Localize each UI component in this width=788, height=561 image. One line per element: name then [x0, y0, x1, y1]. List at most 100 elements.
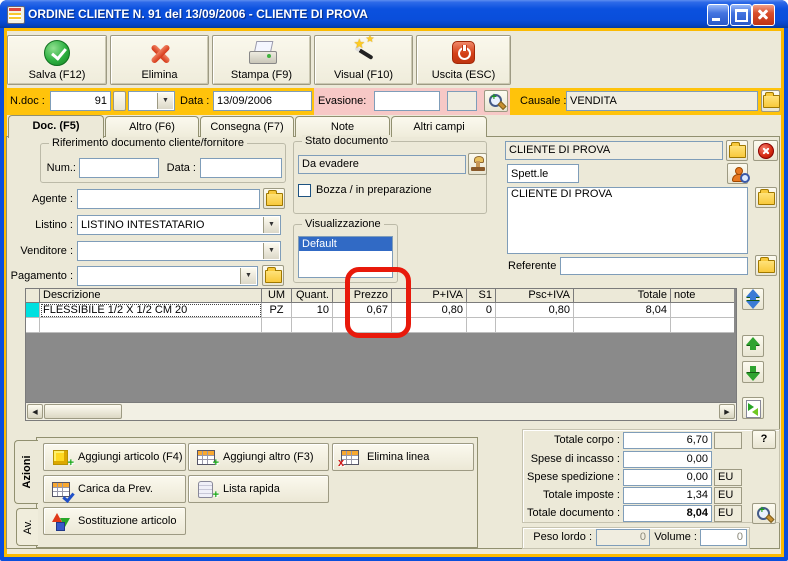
visualizzazione-listbox[interactable]: Default: [298, 236, 393, 278]
tab-doc[interactable]: Doc. (F5): [8, 115, 104, 138]
lines-grid[interactable]: Descrizione UM Quant. Prezzo P+IVA S1 Ps…: [25, 288, 737, 421]
quick-list-icon: +: [197, 481, 219, 501]
col-descrizione[interactable]: Descrizione: [40, 289, 262, 303]
tab-altro[interactable]: Altro (F6): [105, 116, 199, 137]
lista-rapida-button[interactable]: + Lista rapida: [188, 475, 329, 503]
carica-da-prev-button[interactable]: Carica da Prev.: [43, 475, 186, 503]
chevron-down-icon[interactable]: ▼: [240, 268, 256, 284]
aggiungi-articolo-button[interactable]: + Aggiungi articolo (F4): [43, 443, 186, 471]
salva-button[interactable]: Salva (F12): [7, 35, 107, 85]
cliente-search-button[interactable]: [727, 163, 750, 184]
help-button[interactable]: ?: [752, 430, 776, 449]
move-down-button[interactable]: [742, 361, 764, 383]
move-up-button[interactable]: [742, 335, 764, 357]
power-icon: [417, 39, 510, 67]
cell-piva[interactable]: 0,80: [392, 303, 467, 318]
referente-folder-button[interactable]: [755, 255, 777, 276]
volume-field: 0: [700, 529, 747, 546]
cell-descrizione[interactable]: FLESSIBILE 1/2 X 1/2 CM 20: [40, 303, 262, 318]
listino-combobox[interactable]: LISTINO INTESTATARIO ▼: [77, 215, 281, 235]
evasione-search-button[interactable]: +: [484, 90, 508, 112]
cell-um[interactable]: PZ: [262, 303, 292, 318]
pagamento-label: Pagamento :: [10, 270, 73, 282]
causale-field: VENDITA: [566, 91, 758, 111]
list-item-default[interactable]: Default: [299, 237, 392, 251]
visual-button[interactable]: ★ ★ Visual (F10): [314, 34, 413, 85]
listino-value: LISTINO INTESTATARIO: [81, 219, 205, 231]
stato-stamp-button[interactable]: [468, 153, 487, 175]
close-button[interactable]: [752, 4, 775, 26]
totale-corpo-label: Totale corpo :: [553, 434, 620, 446]
tab-av[interactable]: Av.: [16, 508, 38, 546]
chevron-down-icon[interactable]: ▼: [263, 217, 279, 233]
ndoc-small-button[interactable]: [113, 91, 126, 111]
cliente-folder-button[interactable]: [726, 140, 748, 161]
chevron-down-icon[interactable]: ▼: [263, 243, 279, 259]
scrollbar-thumb[interactable]: [44, 404, 122, 419]
col-s1[interactable]: S1: [467, 289, 496, 303]
stato-title: Stato documento: [302, 135, 392, 147]
tab-altri-campi[interactable]: Altri campi: [391, 116, 487, 137]
cliente-address-textarea[interactable]: CLIENTE DI PROVA: [507, 187, 748, 254]
cell-prezzo[interactable]: 0,67: [333, 303, 392, 318]
tab-azioni[interactable]: Azioni: [14, 440, 38, 504]
ndoc-type-combobox[interactable]: ▼: [128, 91, 175, 111]
cliente-clear-button[interactable]: [753, 140, 778, 161]
col-quant[interactable]: Quant.: [292, 289, 333, 303]
refresh-grid-button[interactable]: [742, 397, 764, 419]
tab-note[interactable]: Note: [295, 116, 390, 137]
ndoc-input[interactable]: [50, 91, 111, 111]
spese-incasso-label: Spese di incasso :: [530, 453, 620, 465]
venditore-combobox[interactable]: ▼: [77, 241, 281, 261]
cell-psciva[interactable]: 0,80: [496, 303, 574, 318]
cell-quant[interactable]: 10: [292, 303, 333, 318]
col-um[interactable]: UM: [262, 289, 292, 303]
tab-consegna[interactable]: Consegna (F7): [200, 116, 294, 137]
totale-imposte-unit: EU: [714, 487, 742, 504]
cell-totale[interactable]: 8,04: [574, 303, 671, 318]
col-psciva[interactable]: Psc+IVA: [496, 289, 574, 303]
rif-data-input[interactable]: [200, 158, 282, 178]
col-totale[interactable]: Totale: [574, 289, 671, 303]
pagamento-combobox[interactable]: ▼: [77, 266, 258, 286]
move-row-button[interactable]: [742, 288, 764, 310]
uscita-button[interactable]: Uscita (ESC): [416, 35, 511, 85]
scroll-left-button[interactable]: ◀: [27, 404, 43, 419]
salutation-input[interactable]: [507, 164, 579, 183]
referente-input[interactable]: [560, 257, 748, 275]
minimize-button[interactable]: [707, 4, 729, 26]
data-input[interactable]: [213, 91, 312, 111]
aggiungi-altro-button[interactable]: + Aggiungi altro (F3): [188, 443, 329, 471]
agente-folder-button[interactable]: [263, 188, 285, 209]
elimina-button[interactable]: Elimina: [110, 35, 209, 85]
cell-s1[interactable]: 0: [467, 303, 496, 318]
maximize-button[interactable]: [730, 4, 752, 26]
col-note[interactable]: note: [671, 289, 734, 303]
chevron-down-icon[interactable]: ▼: [157, 93, 173, 109]
totals-search-button[interactable]: +: [752, 503, 776, 524]
title-bar[interactable]: ORDINE CLIENTE N. 91 del 13/09/2006 - CL…: [0, 0, 788, 28]
av-label: Av.: [21, 519, 34, 535]
scroll-right-button[interactable]: ▶: [719, 404, 735, 419]
col-prezzo[interactable]: Prezzo: [333, 289, 392, 303]
address-folder-button[interactable]: [755, 187, 777, 208]
num-input[interactable]: [79, 158, 159, 178]
causale-folder-button[interactable]: [761, 90, 780, 112]
grid-horizontal-scrollbar[interactable]: ◀ ▶: [26, 402, 736, 420]
listino-label: Listino :: [35, 219, 73, 231]
evasione-input[interactable]: [374, 91, 440, 111]
stampa-button[interactable]: Stampa (F9): [212, 35, 311, 85]
elimina-label: Elimina: [141, 69, 178, 81]
maximize-icon: [735, 9, 748, 22]
agente-input[interactable]: [77, 189, 260, 209]
row-selector[interactable]: [26, 303, 40, 318]
col-piva[interactable]: P+IVA: [392, 289, 467, 303]
cell-note[interactable]: [671, 303, 734, 318]
bozza-checkbox[interactable]: [298, 184, 311, 197]
elimina-linea-button[interactable]: x Elimina linea: [332, 443, 474, 471]
table-row[interactable]: FLESSIBILE 1/2 X 1/2 CM 20 PZ 10 0,67 0,…: [26, 303, 736, 318]
pagamento-folder-button[interactable]: [262, 265, 284, 286]
sostituzione-articolo-button[interactable]: Sostituzione articolo: [43, 507, 186, 535]
stampa-label: Stampa (F9): [230, 69, 293, 81]
empty-row[interactable]: [26, 318, 736, 333]
